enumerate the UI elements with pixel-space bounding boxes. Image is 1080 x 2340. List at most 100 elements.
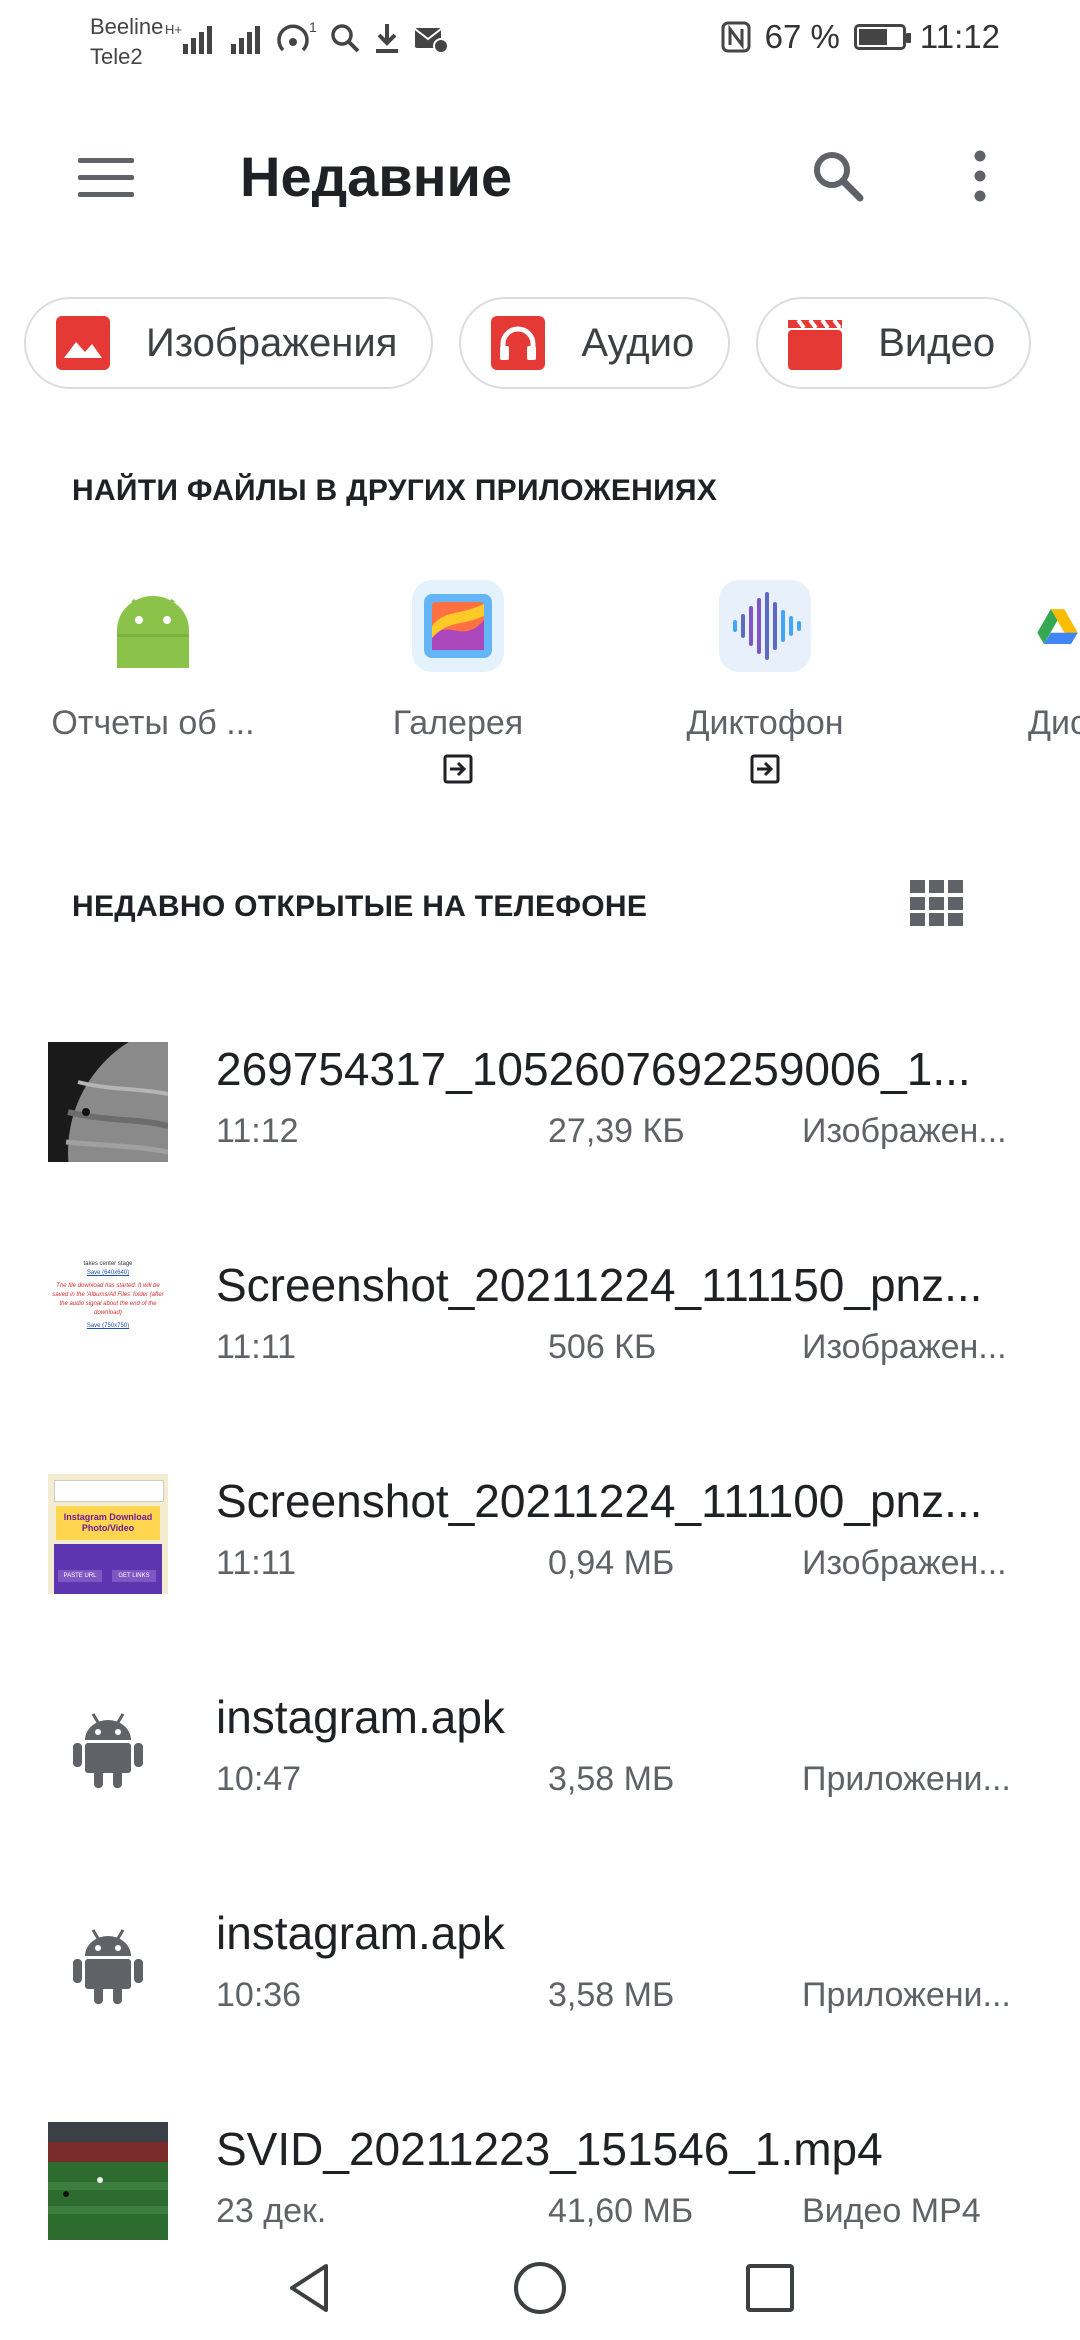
svg-text:H+: H+ [165, 22, 182, 37]
file-size: 27,39 КБ [548, 1112, 685, 1150]
more-options-icon[interactable] [960, 146, 1000, 206]
app-gallery[interactable]: Галерея [328, 580, 588, 790]
app-label: Галерея [392, 704, 524, 742]
file-name: Screenshot_20211224_111150_pnz... [216, 1259, 983, 1311]
gallery-icon [412, 580, 504, 672]
thumb-text: takes center stage [83, 1261, 133, 1267]
search-status-icon [331, 24, 360, 53]
chip-video[interactable]: Видео [756, 297, 1032, 389]
file-row[interactable]: Instagram Download Photo/Video PASTE URL… [0, 1474, 1080, 1690]
clapperboard-icon [788, 318, 843, 370]
android-icon [73, 1929, 143, 2004]
file-thumbnail: Instagram Download Photo/Video PASTE URL… [48, 1474, 168, 1594]
recents-icon[interactable] [740, 2258, 800, 2318]
status-icons: H+ 1 [165, 20, 449, 56]
chip-audio[interactable]: Аудио [459, 297, 731, 389]
signal-icon-2 [231, 26, 260, 54]
chip-label: Аудио [581, 320, 695, 365]
file-size: 3,58 МБ [548, 1760, 675, 1798]
file-size: 506 КБ [548, 1328, 657, 1366]
chip-label: Изображения [146, 320, 398, 365]
open-external-icon [750, 754, 780, 784]
menu-icon[interactable] [78, 158, 134, 198]
file-time: 11:11 [216, 1544, 297, 1582]
file-thumbnail [48, 1690, 168, 1810]
app-label: Диктофон [686, 704, 844, 742]
battery-fill [858, 29, 887, 45]
file-row[interactable]: instagram.apk 10:36 3,58 МБ Приложени... [0, 1906, 1080, 2122]
file-thumbnail [48, 1906, 168, 2026]
thumb-link: Save (750x750) [86, 1323, 130, 1329]
battery-percent: 67 % [764, 18, 840, 55]
svg-text:1: 1 [309, 20, 317, 35]
file-name: instagram.apk [216, 1691, 505, 1743]
carrier-1: Beeline [90, 14, 164, 39]
file-row[interactable]: 269754317_1052607692259006_1... 11:12 27… [0, 1042, 1080, 1258]
grid-view-icon[interactable] [910, 880, 964, 926]
thumb-button: PASTE URL [58, 1570, 102, 1582]
search-icon[interactable] [808, 146, 868, 206]
signal-icon: H+ [165, 22, 212, 54]
battery-icon [853, 24, 911, 50]
category-chips: Изображения Аудио Видео [24, 297, 1032, 389]
chip-images[interactable]: Изображения [24, 297, 434, 389]
drive-icon [1035, 580, 1080, 672]
thumb-message: The file download has started. It will b… [52, 1283, 164, 1316]
file-size: 41,60 МБ [548, 2192, 694, 2230]
recent-title: НЕДАВНО ОТКРЫТЫЕ НА ТЕЛЕФОНЕ [72, 890, 648, 923]
file-thumbnail [48, 1042, 168, 1162]
file-type: Изображен... [802, 1544, 1007, 1582]
app-bug-reports[interactable]: Отчеты об ... [23, 580, 283, 743]
file-name: 269754317_1052607692259006_1... [216, 1043, 971, 1095]
file-size: 3,58 МБ [548, 1976, 675, 2014]
file-time: 11:12 [216, 1112, 299, 1150]
app-label: Отчеты об ... [51, 704, 255, 742]
recorder-icon [719, 580, 811, 672]
app-label: Дис [1028, 704, 1080, 742]
file-time: 10:47 [216, 1760, 302, 1798]
status-bar: Beeline Tele2 H+ 1 67 % 11:12 [0, 0, 1080, 90]
file-thumbnail [48, 2122, 168, 2242]
android-icon [107, 580, 199, 672]
android-icon [73, 1713, 143, 1788]
download-icon [376, 24, 398, 53]
back-icon[interactable] [280, 2258, 340, 2318]
file-size: 0,94 МБ [548, 1544, 675, 1582]
app-bar: Недавние [0, 120, 1080, 240]
headphones-icon [491, 316, 546, 370]
file-name: instagram.apk [216, 1907, 505, 1959]
thumb-link: Save (640x640) [86, 1270, 130, 1276]
page-title: Недавние [240, 145, 513, 208]
file-row[interactable]: takes center stage Save (640x640) The fi… [0, 1258, 1080, 1474]
app-recorder[interactable]: Диктофон [635, 580, 895, 790]
chip-label: Видео [878, 320, 996, 365]
image-icon [56, 316, 110, 370]
file-row[interactable]: instagram.apk 10:47 3,58 МБ Приложени... [0, 1690, 1080, 1906]
open-external-icon [443, 754, 473, 784]
file-name: Screenshot_20211224_111100_pnz... [216, 1475, 983, 1527]
other-apps-title: НАЙТИ ФАЙЛЫ В ДРУГИХ ПРИЛОЖЕНИЯХ [72, 474, 718, 507]
file-type: Приложени... [802, 1976, 1011, 2014]
carrier-2: Tele2 [90, 44, 143, 69]
mail-settings-icon [414, 28, 449, 54]
hotspot-icon: 1 [277, 20, 317, 52]
thumb-banner: Instagram Download Photo/Video [56, 1506, 160, 1540]
file-type: Видео MP4 [802, 2192, 981, 2230]
file-thumbnail: takes center stage Save (640x640) The fi… [48, 1258, 168, 1378]
file-type: Приложени... [802, 1760, 1011, 1798]
file-time: 10:36 [216, 1976, 302, 2014]
file-type: Изображен... [802, 1328, 1007, 1366]
status-right: 67 % 11:12 [721, 18, 1000, 56]
clock: 11:12 [919, 18, 1000, 55]
home-icon[interactable] [510, 2258, 570, 2318]
thumb-button: GET LINKS [112, 1570, 156, 1582]
nfc-icon [721, 21, 751, 53]
system-nav-bar [0, 2240, 1080, 2340]
file-time: 11:11 [216, 1328, 297, 1366]
file-name: SVID_20211223_151546_1.mp4 [216, 2123, 883, 2175]
file-type: Изображен... [802, 1112, 1007, 1150]
other-apps-row: Отчеты об ... Галерея Диктофон Дис [0, 580, 1080, 800]
file-time: 23 дек. [216, 2192, 327, 2230]
carrier-names: Beeline Tele2 [90, 12, 163, 72]
app-drive[interactable]: Дис [940, 580, 1080, 743]
